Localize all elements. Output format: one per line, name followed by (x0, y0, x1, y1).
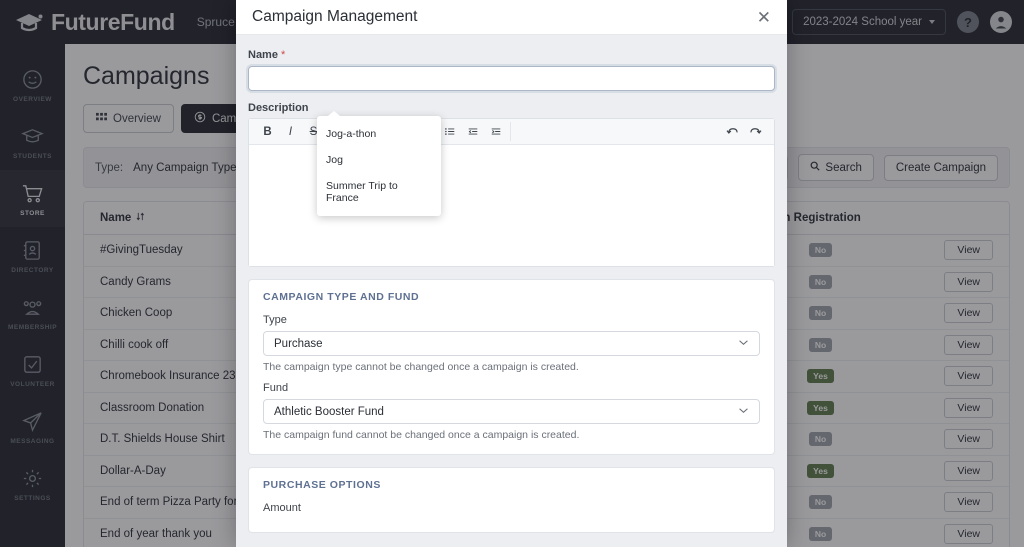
bulleted-list-icon[interactable] (438, 122, 461, 141)
history-group (718, 122, 770, 141)
italic-icon[interactable]: I (279, 122, 302, 141)
fund-label: Fund (263, 382, 289, 394)
fund-helper-text: The campaign fund cannot be changed once… (263, 429, 580, 441)
amount-label: Amount (263, 502, 301, 514)
campaign-type-fund-section: CAMPAIGN TYPE AND FUND Type Purchase The… (248, 279, 775, 455)
name-input[interactable] (248, 66, 775, 91)
type-select-value: Purchase (274, 337, 323, 350)
required-asterisk: * (281, 49, 286, 61)
modal-header: Campaign Management ✕ (236, 0, 787, 35)
name-label-text: Name (248, 49, 278, 61)
fund-select-value: Athletic Booster Fund (274, 405, 384, 418)
autocomplete-list: Jog-a-thon Jog Summer Trip to France (317, 121, 441, 211)
type-select[interactable]: Purchase (263, 331, 760, 356)
indent-icon[interactable] (484, 122, 507, 141)
chevron-down-icon (738, 338, 749, 349)
autocomplete-option[interactable]: Jog-a-thon (317, 121, 441, 147)
name-field-label: Name * (248, 49, 775, 61)
bold-icon[interactable]: B (256, 122, 279, 141)
app-root: FutureFund Spruce 2023-2024 School year … (0, 0, 1024, 547)
close-icon[interactable]: ✕ (757, 9, 771, 26)
list-group (435, 122, 511, 141)
campaign-type-fund-title: CAMPAIGN TYPE AND FUND (263, 291, 420, 303)
autocomplete-option[interactable]: Summer Trip to France (317, 173, 441, 211)
purchase-options-section: PURCHASE OPTIONS Amount (248, 467, 775, 533)
redo-icon[interactable] (744, 122, 767, 141)
fund-select[interactable]: Athletic Booster Fund (263, 399, 760, 424)
autocomplete-option[interactable]: Jog (317, 147, 441, 173)
type-label: Type (263, 314, 287, 326)
modal-body: Name * Description B I S CAMPAIGN TYPE A… (236, 35, 787, 547)
chevron-down-icon (738, 406, 749, 417)
purchase-options-title: PURCHASE OPTIONS (263, 479, 381, 491)
outdent-icon[interactable] (461, 122, 484, 141)
modal-title: Campaign Management (252, 8, 418, 25)
undo-icon[interactable] (721, 122, 744, 141)
type-helper-text: The campaign type cannot be changed once… (263, 361, 579, 373)
name-autocomplete-dropdown: Jog-a-thon Jog Summer Trip to France (317, 111, 441, 216)
campaign-management-modal: Campaign Management ✕ Name * Description… (236, 0, 787, 547)
